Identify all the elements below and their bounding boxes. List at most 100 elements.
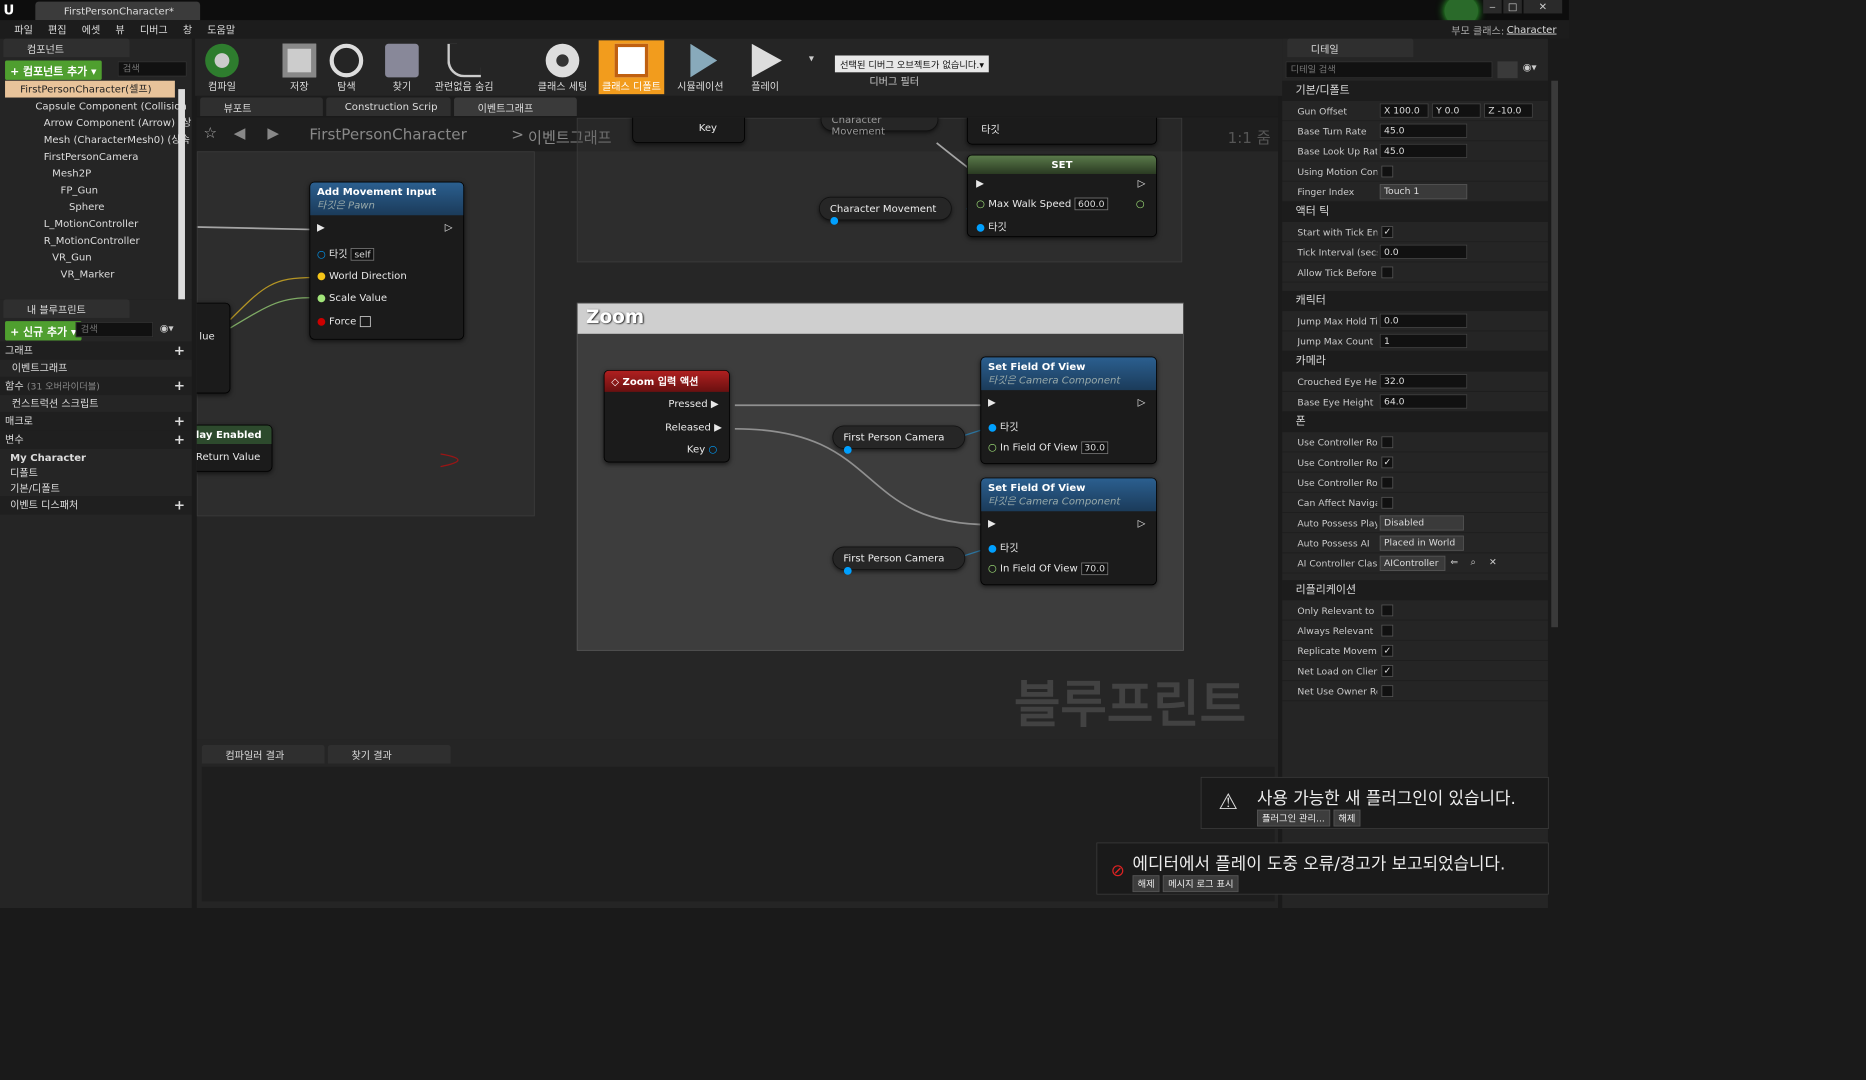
first-person-camera-node[interactable]: First Person Camera ● (832, 546, 966, 576)
tree-item[interactable]: FirstPersonCamera (0, 148, 192, 165)
tree-item[interactable]: L_MotionController (0, 215, 192, 232)
tree-root-self[interactable]: FirstPersonCharacter(셀프) (5, 80, 175, 98)
force-checkbox[interactable] (359, 316, 371, 328)
add-graph-plus-icon[interactable]: + (174, 341, 185, 359)
dispatchers-section[interactable]: 이벤트 디스패처 + (0, 496, 192, 515)
set-field-of-view-node[interactable]: Set Field Of View 타깃은 Camera Component ▶ … (980, 477, 1157, 586)
always-relevant-checkbox[interactable] (1381, 624, 1394, 637)
allow-tick-checkbox[interactable] (1381, 266, 1394, 279)
menu-file[interactable]: 파일 (7, 20, 41, 38)
set-target-pin-icon[interactable]: ● (976, 221, 985, 233)
menu-help[interactable]: 도움말 (200, 20, 243, 38)
partial-node-left[interactable]: lue (196, 302, 231, 394)
gun-offset-y[interactable]: Y 0.0 (1431, 103, 1481, 118)
gun-offset-x[interactable]: X 100.0 (1379, 103, 1429, 118)
fov2-exec-in-pin[interactable]: ▶ (988, 517, 996, 529)
use-controller-rot-checkbox[interactable]: ✓ (1381, 456, 1394, 469)
clear-x-icon[interactable]: ✕ (1489, 557, 1497, 568)
debug-object-select[interactable]: 선택된 디버그 오브젝트가 없습니다.▾ (834, 55, 990, 73)
zoom-input-action-node[interactable]: ◇ Zoom 입력 액션 Pressed ▶ Released ▶ Key ○ (603, 369, 730, 463)
maximize-button[interactable]: □ (1503, 0, 1522, 14)
show-message-log-button[interactable]: 메시지 로그 표시 (1163, 875, 1239, 893)
vector-pin-icon[interactable]: ● (317, 270, 326, 282)
char-movement-out-pin[interactable]: ● (830, 214, 839, 226)
replicate-movement-checkbox[interactable]: ✓ (1381, 644, 1394, 657)
menu-view[interactable]: 뷰 (108, 20, 132, 38)
menu-debug[interactable]: 디버그 (132, 20, 175, 38)
details-grid-icon[interactable] (1497, 61, 1518, 79)
tab-event-graph[interactable]: 이벤트그래프 (454, 97, 577, 117)
add-macro-plus-icon[interactable]: + (174, 412, 185, 430)
use-controller-rot-checkbox[interactable] (1381, 436, 1394, 449)
fov1-float-pin-icon[interactable]: ○ (988, 441, 997, 453)
add-movement-input-node[interactable]: Add Movement Input 타깃은 Pawn ▶ ▷ ○ 타깃 self … (309, 181, 465, 340)
add-variable-plus-icon[interactable]: + (174, 430, 185, 448)
close-window-button[interactable]: ✕ (1523, 0, 1563, 14)
browse-asset-icon[interactable]: ⌕ (1471, 557, 1476, 569)
tree-item[interactable]: Mesh (CharacterMesh0) (상속 (0, 131, 192, 148)
fov1-target-pin-icon[interactable]: ● (988, 421, 997, 433)
section-camera[interactable]: 카메라 (1282, 351, 1548, 372)
fov2-target-pin-icon[interactable]: ● (988, 542, 997, 554)
my-blueprint-search-input[interactable] (75, 322, 154, 338)
tree-item[interactable]: FP_Gun (0, 182, 192, 199)
tree-item[interactable]: Capsule Component (Collision (0, 98, 192, 115)
exec-out-pin[interactable]: ▷ (445, 221, 453, 233)
start-tick-checkbox[interactable]: ✓ (1381, 226, 1394, 238)
gun-offset-z[interactable]: Z -10.0 (1484, 103, 1533, 118)
tree-item[interactable]: Mesh2P (0, 165, 192, 182)
tab-compiler-results[interactable]: 컴파일러 결과 (201, 744, 325, 764)
character-movement-node[interactable]: Character Movement ● (818, 196, 952, 226)
released-exec-pin[interactable]: ▶ (714, 421, 722, 433)
document-tab[interactable]: FirstPersonCharacter* (35, 1, 201, 21)
only-relevant-checkbox[interactable] (1381, 604, 1394, 617)
menu-asset[interactable]: 에셋 (74, 20, 108, 38)
hide-unrelated-button[interactable]: 관련없음 숨김 (422, 40, 506, 94)
fov2-exec-out-pin[interactable]: ▷ (1138, 517, 1146, 529)
bool-pin-icon[interactable]: ● (317, 315, 326, 327)
add-dispatcher-plus-icon[interactable]: + (174, 496, 185, 514)
var-group[interactable]: 기본/디폴트 (0, 481, 192, 496)
tree-item[interactable]: Arrow Component (Arrow) (상 (0, 114, 192, 131)
menu-edit[interactable]: 편집 (40, 20, 74, 38)
components-tab[interactable]: 컴포넌트 (3, 38, 130, 58)
section-pawn[interactable]: 폰 (1282, 411, 1548, 433)
dismiss-error-button[interactable]: 해제 (1132, 875, 1160, 893)
first-person-camera-node[interactable]: First Person Camera ● (832, 425, 966, 455)
tree-item[interactable]: R_MotionController (0, 232, 192, 249)
set-field-of-view-node[interactable]: Set Field Of View 타깃은 Camera Component ▶ … (980, 356, 1157, 465)
details-search-input[interactable] (1285, 61, 1493, 79)
partial-key-node[interactable]: Key (632, 117, 745, 143)
fov1-value[interactable]: 30.0 (1081, 441, 1109, 455)
macros-section[interactable]: 매크로 + (0, 411, 192, 431)
camera1-out-pin[interactable]: ● (843, 443, 852, 455)
parent-class-link[interactable]: Character (1507, 24, 1557, 36)
set-float-pin-icon[interactable]: ○ (976, 198, 985, 210)
details-scrollbar[interactable] (1551, 80, 1559, 628)
details-tab[interactable]: 디테일 (1287, 38, 1414, 58)
base-eye-value[interactable]: 64.0 (1379, 394, 1468, 409)
find-button[interactable]: 찾기 (375, 40, 429, 94)
partial-value-pin[interactable]: lue (199, 330, 214, 342)
fov2-value[interactable]: 70.0 (1081, 562, 1109, 576)
manage-plugins-button[interactable]: 플러그인 관리... (1256, 809, 1330, 827)
var-group[interactable]: My Character (0, 449, 192, 466)
partial-char-movement-node[interactable]: Character Movement (820, 117, 939, 137)
compile-button[interactable]: 컴파일 (195, 40, 249, 94)
auto-possess-ai-dropdown[interactable]: Placed in World (1379, 535, 1464, 551)
class-defaults-button[interactable]: 클래스 디폴트 (598, 40, 665, 95)
play-options-chevron-icon[interactable]: ▾ (809, 52, 814, 64)
functions-section[interactable]: 함수 (31 오버라이더블) + (0, 376, 192, 396)
use-selected-arrow-icon[interactable]: ⇐ (1450, 557, 1458, 568)
auto-possess-player-dropdown[interactable]: Disabled (1379, 515, 1464, 531)
fov1-exec-out-pin[interactable]: ▷ (1138, 396, 1146, 408)
details-eye-icon[interactable]: ◉▾ (1523, 61, 1537, 73)
graph-canvas[interactable]: ☆ ◀ ▶ FirstPersonCharacter > 이벤트그래프 1:1 … (196, 117, 1279, 740)
target-self-value[interactable]: self (350, 248, 375, 261)
jump-count-value[interactable]: 1 (1379, 333, 1468, 349)
can-affect-nav-checkbox[interactable] (1381, 496, 1394, 509)
visibility-eye-icon[interactable]: ◉▾ (160, 322, 174, 334)
tree-item[interactable]: Sphere (0, 198, 192, 215)
set-walk-speed-node[interactable]: SET ▶ ▷ ○ Max Walk Speed 600.0 ○ ● 타깃 (966, 154, 1157, 238)
browse-button[interactable]: 탐색 (320, 40, 374, 94)
